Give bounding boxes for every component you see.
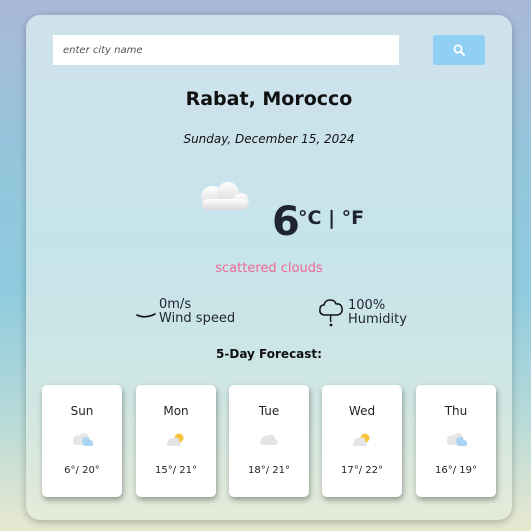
forecast-card-thu: Thu 16°/ 19° [416,385,496,497]
weather-card: Rabat, Morocco Sunday, December 15, 2024… [26,15,512,520]
forecast-temps: 6°/ 20° [64,465,100,476]
forecast-temps: 16°/ 19° [435,465,477,476]
city-name: Rabat, Morocco [185,88,353,110]
forecast-card-wed: Wed 17°/ 22° [322,385,402,497]
unit-separator: | [321,207,342,229]
search-icon [453,44,465,56]
humidity-label: Humidity [348,312,407,327]
forecast-day: Tue [258,404,280,418]
fahrenheit-toggle[interactable]: °F [342,207,364,229]
partly-sunny-icon [167,433,184,446]
forecast-day: Thu [444,404,468,418]
forecast-temps: 17°/ 22° [341,465,383,476]
forecast-card-sun: Sun 6°/ 20° [42,385,122,497]
humidity-stat: 100% Humidity [318,298,407,328]
rain-cloud-icon [447,433,467,446]
partly-sunny-icon [353,433,370,446]
scattered-clouds-icon [201,182,249,210]
wind-stat: 0m/s Wind speed [136,298,235,326]
current-temperature: 6 [272,199,300,245]
wind-speed-label: Wind speed [159,311,236,326]
search-button[interactable] [433,35,485,65]
cloud-icon [260,434,278,445]
humidity-value: 100% [348,298,386,313]
forecast-day: Mon [163,404,189,418]
forecast-card-tue: Tue 18°/ 21° [229,385,309,497]
unit-toggle: °C | °F [298,207,364,229]
city-search-input[interactable] [53,35,399,65]
wind-icon [136,313,156,318]
forecast-temps: 18°/ 21° [248,465,290,476]
forecast-day: Sun [70,404,94,418]
celsius-toggle[interactable]: °C [298,207,321,229]
forecast-temps: 15°/ 21° [155,465,197,476]
rain-cloud-icon [73,433,93,446]
forecast-day: Wed [348,404,376,418]
weather-description: scattered clouds [215,261,323,276]
wind-speed-value: 0m/s [159,297,192,312]
humidity-icon [319,299,343,327]
current-date: Sunday, December 15, 2024 [183,132,355,146]
forecast-card-mon: Mon 15°/ 21° [136,385,216,497]
forecast-title: 5-Day Forecast: [216,347,322,361]
